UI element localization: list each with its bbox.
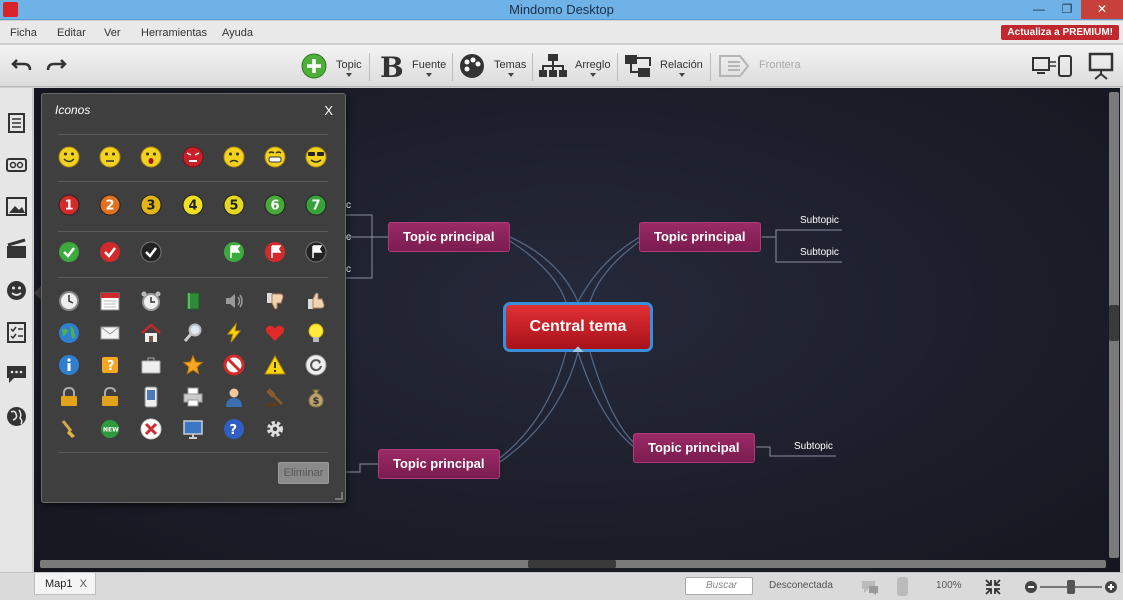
angry-face-icon[interactable] (182, 146, 204, 168)
help-note-icon[interactable]: ? (99, 354, 121, 376)
zoom-out-icon[interactable] (1024, 580, 1038, 594)
priority-2-icon[interactable]: 2 (99, 194, 121, 216)
grin-face-icon[interactable] (264, 146, 286, 168)
gavel-icon[interactable] (264, 386, 286, 408)
broom-icon[interactable] (58, 418, 80, 440)
vertical-scroll-thumb[interactable] (1109, 305, 1119, 341)
svg-text:7: 7 (311, 199, 320, 214)
money-bag-icon[interactable]: $ (305, 386, 327, 408)
icons-panel-title: Iconos (55, 103, 91, 117)
mobile-phone-icon[interactable] (140, 386, 162, 408)
new-badge-icon[interactable]: NEW (99, 418, 121, 440)
home-icon[interactable] (140, 322, 162, 344)
priority-3-icon[interactable]: 3 (140, 194, 162, 216)
tab-label: Map1 (45, 578, 73, 590)
subtopic-label[interactable]: Subtopic (800, 247, 839, 258)
zoom-slider-thumb[interactable] (1067, 580, 1075, 594)
svg-text:2: 2 (105, 199, 114, 214)
info-icon[interactable] (58, 354, 80, 376)
svg-text:3: 3 (146, 199, 155, 214)
delete-icon-button[interactable]: Eliminar (278, 462, 329, 484)
smile-icon[interactable] (58, 146, 80, 168)
svg-text:5: 5 (229, 199, 238, 214)
green-check-icon[interactable] (58, 241, 80, 263)
green-flag-icon[interactable] (223, 241, 245, 263)
priority-1-icon[interactable]: 1 (58, 194, 80, 216)
topic-principal-left-top[interactable]: Topic principal (388, 222, 510, 252)
priority-7-icon[interactable]: 7 (305, 194, 327, 216)
svg-text:1: 1 (64, 199, 73, 214)
svg-text:6: 6 (270, 199, 279, 214)
lock-icon[interactable] (58, 386, 80, 408)
svg-text:NEW: NEW (103, 427, 119, 434)
connection-status: Desconectada (769, 580, 833, 591)
question-icon[interactable]: ? (223, 418, 245, 440)
central-topic[interactable]: Central tema (503, 302, 653, 352)
refresh-icon[interactable] (305, 354, 327, 376)
thumbs-down-icon[interactable] (264, 290, 286, 312)
svg-text:$: $ (313, 396, 320, 407)
lightning-icon[interactable] (223, 322, 245, 344)
earth-icon[interactable] (58, 322, 80, 344)
red-check-icon[interactable] (99, 241, 121, 263)
unlock-icon[interactable] (99, 386, 121, 408)
neutral-face-icon[interactable] (99, 146, 121, 168)
fit-to-screen-icon[interactable] (984, 578, 1002, 596)
zoom-in-icon[interactable] (1104, 580, 1118, 594)
magnifier-icon[interactable] (182, 322, 204, 344)
printer-icon[interactable] (182, 386, 204, 408)
icons-panel: Iconos X 1 2 3 4 5 6 7 ? $ NEW ? Eliminar (41, 93, 346, 503)
black-check-icon[interactable] (140, 241, 162, 263)
topic-principal-right-bottom[interactable]: Topic principal (633, 433, 755, 463)
subtopic-partial[interactable]: c (346, 200, 351, 211)
svg-text:?: ? (107, 359, 115, 374)
calendar-icon[interactable] (99, 290, 121, 312)
subtopic-label[interactable]: Subtopic (794, 441, 833, 452)
chat-icon[interactable] (860, 578, 880, 596)
resize-grip[interactable] (335, 492, 343, 500)
tab-map1[interactable]: Map1 X (34, 573, 96, 595)
black-flag-icon[interactable] (305, 241, 327, 263)
battery-icon (897, 577, 908, 596)
tab-close-button[interactable]: X (80, 573, 87, 595)
sad-face-icon[interactable] (223, 146, 245, 168)
cool-face-icon[interactable] (305, 146, 327, 168)
central-collapse-icon[interactable] (572, 346, 584, 354)
heart-icon[interactable] (264, 322, 286, 344)
mail-icon[interactable] (99, 322, 121, 344)
alarm-clock-icon[interactable] (140, 290, 162, 312)
briefcase-icon[interactable] (140, 354, 162, 376)
thumbs-up-icon[interactable] (305, 290, 327, 312)
mindomo-window: Mindomo Desktop — ❐ ✕ Ficha Editar Ver H… (0, 0, 1123, 600)
subtopic-partial[interactable]: c (346, 232, 351, 243)
surprised-face-icon[interactable] (140, 146, 162, 168)
monitor-icon[interactable] (182, 418, 204, 440)
icons-panel-close[interactable]: X (324, 103, 333, 118)
subtopic-label[interactable]: Subtopic (800, 215, 839, 226)
subtopic-partial[interactable]: c (346, 264, 351, 275)
lightbulb-icon[interactable] (305, 322, 327, 344)
star-icon[interactable] (182, 354, 204, 376)
person-icon[interactable] (223, 386, 245, 408)
gear-icon[interactable] (264, 418, 286, 440)
search-input[interactable]: Buscar (685, 577, 753, 595)
priority-5-icon[interactable]: 5 (223, 194, 245, 216)
status-bar: Map1 X Buscar Desconectada 100% (0, 572, 1123, 600)
priority-4-icon[interactable]: 4 (182, 194, 204, 216)
topic-principal-right-top[interactable]: Topic principal (639, 222, 761, 252)
zoom-level: 100% (936, 580, 962, 591)
red-flag-icon[interactable] (264, 241, 286, 263)
forbidden-icon[interactable] (223, 354, 245, 376)
book-icon[interactable] (182, 290, 204, 312)
horizontal-scroll-thumb[interactable] (528, 560, 616, 568)
svg-text:4: 4 (188, 199, 197, 214)
priority-6-icon[interactable]: 6 (264, 194, 286, 216)
clock-icon[interactable] (58, 290, 80, 312)
topic-principal-left-bottom[interactable]: Topic principal (378, 449, 500, 479)
close-circle-icon[interactable] (140, 418, 162, 440)
svg-text:?: ? (230, 423, 238, 438)
warning-icon[interactable] (264, 354, 286, 376)
speaker-icon[interactable] (223, 290, 245, 312)
